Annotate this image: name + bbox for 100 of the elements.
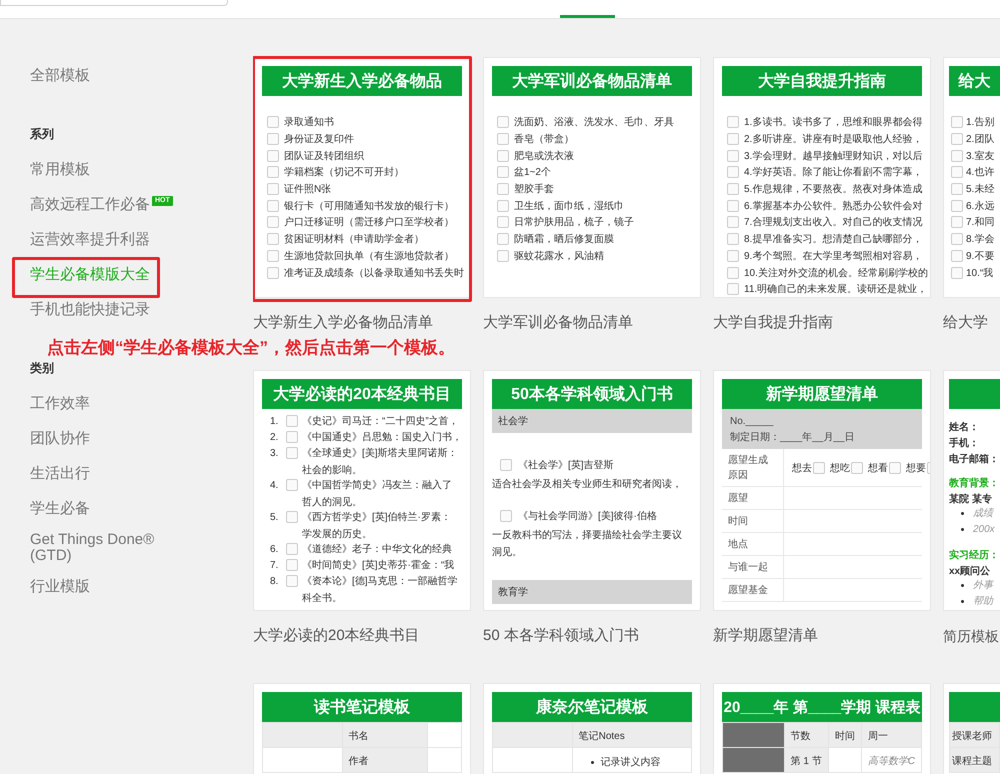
section-heading: 实习经历： bbox=[949, 550, 999, 561]
row-label: 时间 bbox=[722, 510, 784, 532]
template-caption[interactable]: 新学期愿望清单 bbox=[713, 626, 818, 646]
book-note: 适合社会学及相关专业师生和研究者阅读， bbox=[492, 479, 682, 490]
item-text: 10.“我 bbox=[966, 266, 994, 280]
cell-text: 第 1 节 bbox=[790, 756, 822, 767]
cell-text: 作者 bbox=[348, 756, 369, 767]
template-preview[interactable]: 50本各学科领域入门书 社会学 《社会学》[英]吉登斯 适合社会学及相关专业师生和研究者阅读， 《与社会学同游》[美]彼得·伯格 一反教科书的写法，择要描绘社会学主要议 洞见。 教育学 bbox=[483, 370, 701, 611]
sidebar-item[interactable]: 手机也能快捷记录 bbox=[30, 302, 150, 318]
checkbox-icon bbox=[951, 200, 963, 212]
row-label: 愿望基金 bbox=[722, 579, 784, 601]
book-note: 一反教科书的写法，择要描绘社会学主要议 bbox=[492, 530, 682, 541]
preview-title: 给大 bbox=[949, 66, 1000, 96]
sidebar-item[interactable]: 常用模板 bbox=[30, 162, 90, 178]
item-text: 驱蚊花露水，风油精 bbox=[514, 250, 604, 263]
template-preview[interactable]: 新学期愿望清单 No._____ 制定日期：____年__月__日 愿望生成原因 想去 想吃 想看 想要 愿望 时间 地点 与谁一起 愿望基金 bbox=[713, 370, 931, 611]
template-preview[interactable]: 授课老师 课程主题 bbox=[943, 683, 1000, 774]
template-preview[interactable] bbox=[713, 57, 931, 298]
checkbox-icon bbox=[951, 166, 963, 178]
checkbox-icon bbox=[951, 250, 963, 262]
option-text: 想要 bbox=[906, 462, 926, 474]
template-preview[interactable] bbox=[253, 370, 471, 611]
sidebar-item[interactable]: 团队协作 bbox=[30, 430, 90, 446]
item-text: 6.掌握基本办公软件。熟悉办公软件会对 bbox=[744, 200, 922, 213]
book-title: 《社会学》[英]吉登斯 bbox=[518, 458, 614, 472]
tab-indicator bbox=[560, 15, 615, 18]
checkbox-icon bbox=[727, 150, 739, 162]
sidebar-item[interactable]: Get Things Done® (GTD) bbox=[30, 532, 180, 564]
search-field[interactable] bbox=[0, 0, 228, 6]
item-text: 生源地贷款回执单（有生源地贷款者） bbox=[284, 250, 454, 263]
template-caption[interactable]: 50 本各学科领域入门书 bbox=[483, 626, 639, 646]
checkbox-icon bbox=[497, 133, 509, 146]
checkbox-icon bbox=[727, 166, 739, 178]
sidebar-item[interactable]: 运营效率提升利器 bbox=[30, 232, 150, 248]
template-preview[interactable]: 20____年 第____学期 课程表 节数 时间 周一 第 1 节 高等数学C bbox=[713, 683, 931, 774]
item-text: 4.学好英语。除了能让你看剧不需字幕， bbox=[744, 166, 922, 180]
book-note: 洞见。 bbox=[492, 547, 522, 558]
cell-text: 书名 bbox=[348, 731, 369, 742]
template-preview[interactable]: 读书笔记模板 书名 作者 bbox=[253, 683, 471, 774]
row-label: 地点 bbox=[722, 533, 784, 555]
template-preview[interactable]: 给大 1.告别 2.团队 3.室友 4.也许 5.未经 6.永远 7.和同 8.学会 9.不要 10.“我 bbox=[943, 57, 1000, 298]
sidebar-item[interactable]: 学生必备 bbox=[30, 500, 90, 516]
item-text: 2.团队 bbox=[966, 133, 994, 146]
item-number: 5. bbox=[270, 512, 280, 522]
checkbox-icon bbox=[951, 116, 963, 128]
checkbox-icon bbox=[497, 150, 509, 162]
item-text: 银行卡（可用随通知书发放的银行卡） bbox=[284, 200, 454, 213]
template-caption[interactable]: 大学自我提升指南 bbox=[713, 313, 833, 333]
template-caption[interactable]: 大学军训必备物品清单 bbox=[483, 313, 633, 333]
template-caption[interactable]: 大学必读的20本经典书目 bbox=[253, 626, 420, 646]
checkbox-icon bbox=[951, 266, 963, 279]
cell-text: 高等数学C bbox=[868, 756, 915, 767]
sidebar-item[interactable]: 高效远程工作必备 bbox=[30, 196, 150, 212]
item-number: 7. bbox=[270, 560, 280, 570]
checkbox-icon bbox=[727, 250, 739, 262]
item-text: 3.室友 bbox=[966, 150, 994, 163]
item-text: 准考证及成绩条（以备录取通知书丢失时 bbox=[284, 266, 464, 280]
bullet-icon bbox=[961, 600, 964, 603]
template-caption[interactable]: 给大学 bbox=[943, 313, 988, 333]
item-text: 哲人的洞见。 bbox=[302, 497, 362, 508]
item-text: 1.多读书。读书多了，思维和眼界都会得 bbox=[744, 116, 922, 130]
meta-text: 制定日期：____年__月__日 bbox=[730, 432, 854, 443]
template-caption[interactable]: 简历模板 bbox=[943, 626, 999, 646]
template-preview[interactable]: 大学军训必备物品清单 洗面奶、浴液、洗发水、毛巾、牙具 香皂（带盒） 肥皂或洗衣液 盆1~2个 塑胶手套 卫生纸，面巾纸，湿纸巾 日常护肤用品，梳子，镜子 防晒霜，晒后修复面膜 驱蚊花露水，风油精 bbox=[483, 57, 701, 298]
item-text: 身份证及复印件 bbox=[284, 132, 354, 146]
sidebar-item[interactable]: 生活出行 bbox=[30, 466, 90, 482]
item-text: 7.合理规划支出收入。对自己的收支情况 bbox=[744, 216, 922, 230]
preview-title: 20____年 第____学期 课程表 bbox=[722, 692, 922, 722]
checkbox-icon bbox=[286, 447, 298, 459]
field-label: 手机： bbox=[949, 438, 979, 449]
template-preview[interactable]: 大学新生入学必备物品 录取通知书 身份证及复印件 团队证及转团组织 学籍档案（切记不可开封） 证件照N张 银行卡（可用随通知书发放的银行卡） 户口迁移证明（需迁移户口至学校者） 贫困证明材料（申请助学金者） 生源地贷款回执单（有生源地贷款者） 准考证及成绩条（以备录取通知书丢失时 bbox=[253, 57, 471, 298]
cell-text: 课程主题 bbox=[952, 756, 992, 767]
option-text: 想吃 bbox=[830, 462, 850, 474]
item-text: 5.作息规律，不要熬夜。熬夜对身体造成 bbox=[744, 182, 922, 196]
section-name: 社会学 bbox=[498, 414, 528, 428]
item-text: 9.不要 bbox=[966, 250, 994, 263]
preview-title: 大学军训必备物品清单 bbox=[492, 66, 692, 96]
preview-title: 新学期愿望清单 bbox=[722, 379, 922, 409]
checkbox-icon bbox=[286, 543, 298, 555]
checkbox-icon bbox=[497, 116, 509, 128]
template-preview[interactable]: 姓名： 手机： 电子邮箱： 教育背景： 某院 某专 成绩 200x 实习经历： xx顾问公 外事 帮助 bbox=[943, 370, 1000, 611]
item-text: 《资本论》[德]马克思：一部融哲学 bbox=[302, 574, 458, 588]
item-text: 10.关注对外交流的机会。经常刷刷学校的 bbox=[744, 266, 928, 280]
checkbox-icon bbox=[286, 431, 298, 443]
resume-text: 帮助 bbox=[973, 594, 993, 609]
item-text: 4.也许 bbox=[966, 166, 994, 180]
field-label: 电子邮箱： bbox=[949, 454, 999, 465]
bullet-icon bbox=[961, 584, 964, 587]
item-text: 学籍档案（切记不可开封） bbox=[284, 166, 404, 180]
checkbox-icon bbox=[267, 266, 279, 279]
checkbox-icon bbox=[267, 200, 279, 212]
sidebar-item[interactable]: 行业模版 bbox=[30, 578, 90, 594]
checkbox-icon bbox=[497, 166, 509, 178]
template-caption[interactable]: 大学新生入学必备物品清单 bbox=[253, 313, 433, 333]
template-preview[interactable]: 康奈尔笔记模板 笔记Notes 记录讲义内容 bbox=[483, 683, 701, 774]
sidebar-item[interactable]: 全部模板 bbox=[30, 68, 90, 84]
sidebar-item[interactable]: 工作效率 bbox=[30, 396, 90, 412]
item-text: 《道德经》老子：中华文化的经典 bbox=[302, 542, 452, 556]
checkbox-icon bbox=[286, 511, 298, 523]
meta-text: No._____ bbox=[730, 416, 774, 427]
